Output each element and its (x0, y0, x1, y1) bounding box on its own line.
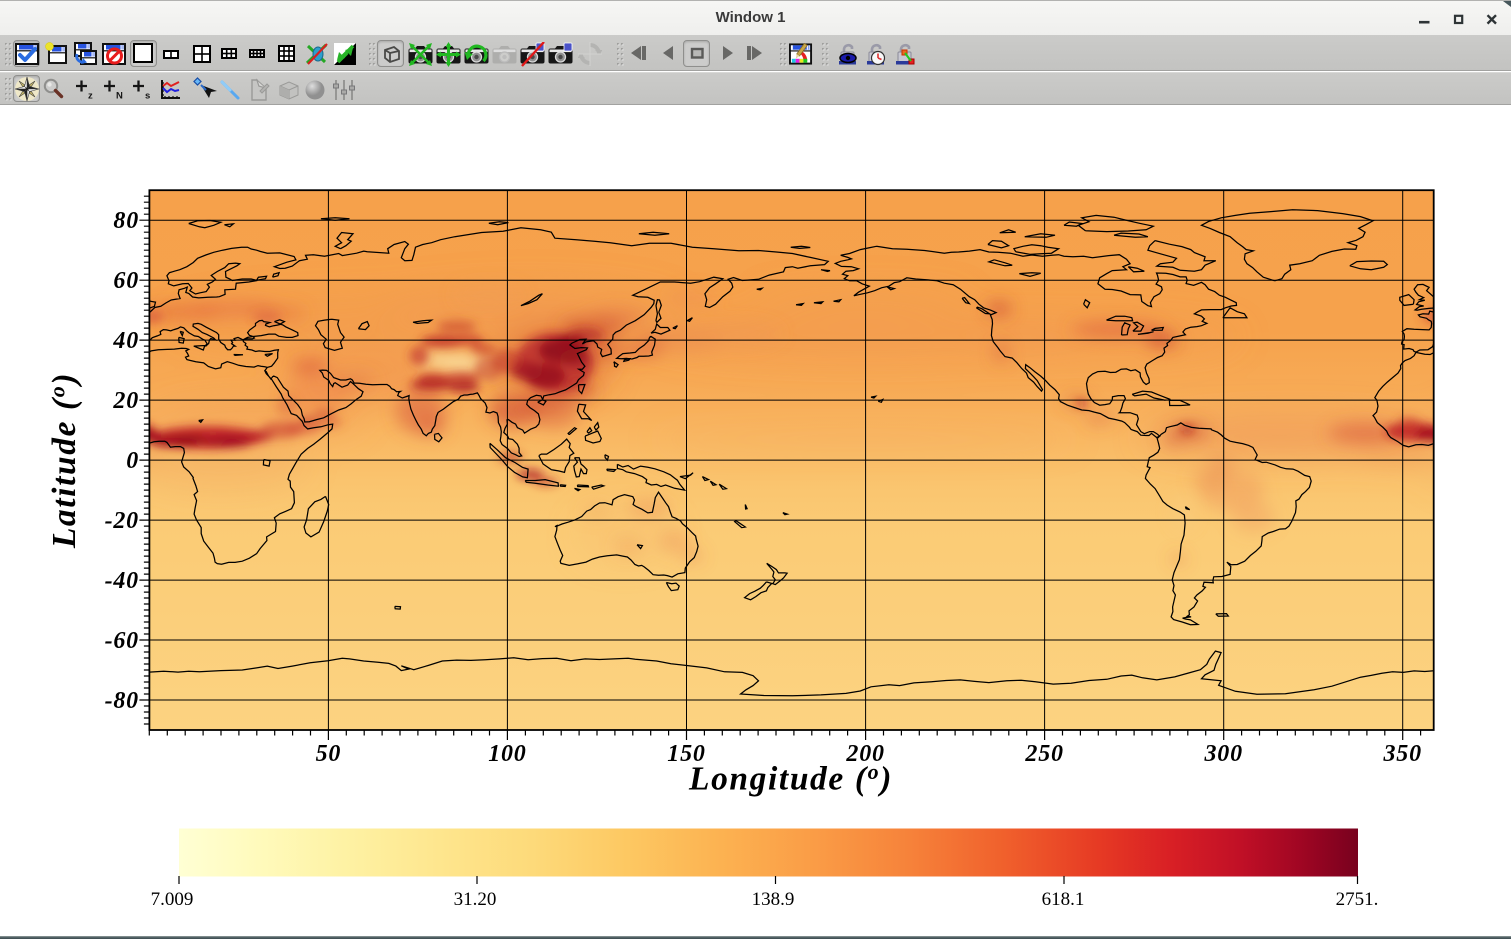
svg-text:-20: -20 (105, 508, 139, 534)
svg-text:50: 50 (316, 741, 342, 767)
svg-text:618.1: 618.1 (1042, 889, 1085, 910)
svg-text:20: 20 (112, 388, 139, 414)
svg-text:Longitude (o): Longitude (o) (688, 759, 893, 798)
svg-text:7.009: 7.009 (151, 889, 194, 910)
svg-text:300: 300 (1203, 741, 1242, 767)
svg-text:350: 350 (1382, 741, 1421, 767)
svg-text:40: 40 (112, 328, 139, 354)
svg-text:z: z (88, 91, 93, 102)
svg-text:-80: -80 (105, 688, 139, 714)
svg-text:60: 60 (113, 268, 139, 294)
svg-text:31.20: 31.20 (454, 889, 497, 910)
svg-text:80: 80 (113, 208, 139, 234)
svg-text:s: s (145, 91, 150, 102)
svg-text:-40: -40 (105, 568, 139, 594)
svg-text:138.9: 138.9 (752, 889, 795, 910)
svg-text:100: 100 (488, 741, 526, 767)
svg-text:0: 0 (126, 448, 139, 474)
svg-text:Latitude (o): Latitude (o) (45, 372, 84, 549)
svg-text:N: N (116, 91, 123, 102)
svg-text:-60: -60 (105, 628, 139, 654)
svg-text:250: 250 (1024, 741, 1063, 767)
svg-text:2751.: 2751. (1336, 889, 1379, 910)
